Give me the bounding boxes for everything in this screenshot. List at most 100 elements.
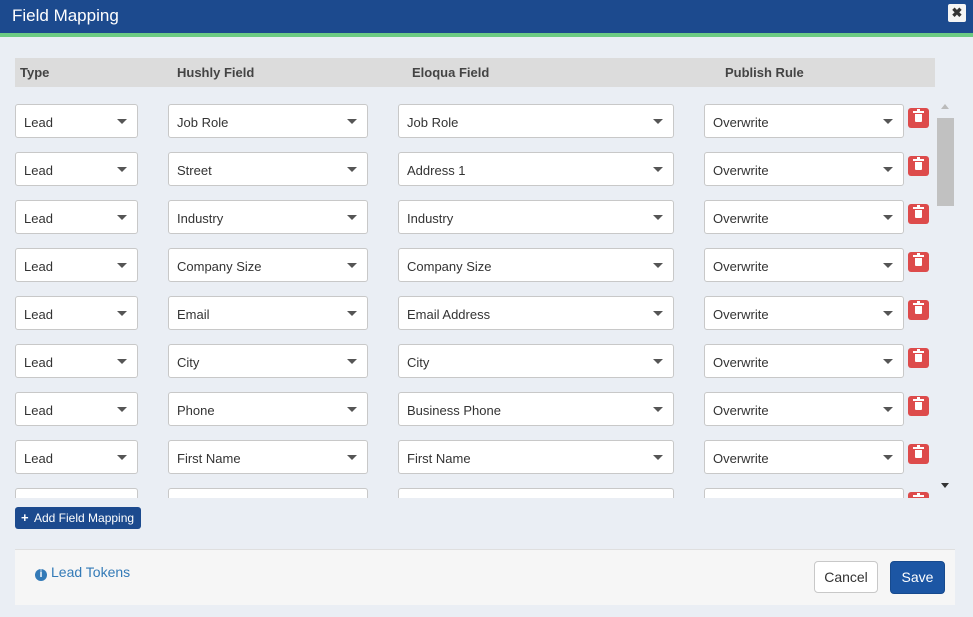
publish-rule-select[interactable]: Overwrite — [704, 296, 904, 330]
delete-row-button[interactable] — [908, 300, 929, 320]
eloqua-field-select[interactable]: First Name — [398, 440, 674, 474]
publish-rule-select[interactable]: Overwrite — [704, 152, 904, 186]
type-select[interactable]: Lead — [15, 152, 138, 186]
eloqua-field-select[interactable] — [398, 488, 674, 498]
plus-icon: + — [21, 510, 29, 525]
hushly-field-select[interactable]: Job Role — [168, 104, 368, 138]
eloqua-field-select[interactable]: Address 1 — [398, 152, 674, 186]
publish-rule-select-value: Overwrite — [713, 403, 769, 418]
scroll-up-arrow-icon[interactable] — [941, 104, 949, 109]
hushly-field-select-value: Industry — [177, 211, 224, 226]
type-select[interactable]: Lead — [15, 344, 138, 378]
dialog-title: Field Mapping — [12, 6, 119, 25]
chevron-down-icon — [883, 455, 893, 460]
type-select[interactable]: Lead — [15, 200, 138, 234]
chevron-down-icon — [653, 263, 663, 268]
publish-rule-select[interactable]: Overwrite — [704, 104, 904, 138]
trash-icon — [913, 445, 924, 458]
type-select[interactable]: Lead — [15, 440, 138, 474]
delete-row-button[interactable] — [908, 156, 929, 176]
close-button[interactable]: ✖ — [948, 4, 966, 22]
trash-icon — [913, 205, 924, 218]
hushly-field-select[interactable]: Street — [168, 152, 368, 186]
hushly-field-select-value: Company Size — [177, 259, 262, 274]
eloqua-field-select[interactable]: Industry — [398, 200, 674, 234]
eloqua-field-select[interactable]: Company Size — [398, 248, 674, 282]
type-select-value: Lead — [24, 115, 53, 130]
publish-rule-select-value: Overwrite — [713, 355, 769, 370]
hushly-field-select[interactable]: Industry — [168, 200, 368, 234]
hushly-field-select[interactable]: Email — [168, 296, 368, 330]
publish-rule-select[interactable] — [704, 488, 904, 498]
chevron-down-icon — [347, 167, 357, 172]
chevron-down-icon — [653, 119, 663, 124]
delete-row-button[interactable] — [908, 348, 929, 368]
type-select-value: Lead — [24, 211, 53, 226]
delete-row-button[interactable] — [908, 396, 929, 416]
hushly-field-select[interactable]: Company Size — [168, 248, 368, 282]
table-row — [15, 482, 935, 498]
hushly-field-select-value: Job Role — [177, 115, 229, 130]
publish-rule-select-value: Overwrite — [713, 163, 769, 178]
chevron-down-icon — [883, 167, 893, 172]
eloqua-field-select[interactable]: Job Role — [398, 104, 674, 138]
delete-row-button[interactable] — [908, 252, 929, 272]
chevron-down-icon — [653, 359, 663, 364]
trash-icon — [913, 253, 924, 266]
chevron-down-icon — [883, 311, 893, 316]
table-row: Lead Phone Business Phone Overwrite — [15, 386, 935, 426]
type-select[interactable]: Lead — [15, 248, 138, 282]
publish-rule-select[interactable]: Overwrite — [704, 200, 904, 234]
scroll-down-arrow-icon[interactable] — [941, 483, 949, 488]
column-header-hushly-field: Hushly Field — [177, 65, 255, 80]
cancel-button[interactable]: Cancel — [814, 561, 878, 593]
hushly-field-select[interactable]: City — [168, 344, 368, 378]
eloqua-field-select[interactable]: City — [398, 344, 674, 378]
trash-icon — [913, 157, 924, 170]
hushly-field-select[interactable]: First Name — [168, 440, 368, 474]
chevron-down-icon — [883, 359, 893, 364]
table-row: Lead First Name First Name Overwrite — [15, 434, 935, 474]
eloqua-field-select[interactable]: Business Phone — [398, 392, 674, 426]
chevron-down-icon — [117, 407, 127, 412]
chevron-down-icon — [653, 215, 663, 220]
chevron-down-icon — [347, 311, 357, 316]
delete-row-button[interactable] — [908, 492, 929, 498]
type-select-value: Lead — [24, 451, 53, 466]
hushly-field-select[interactable]: Phone — [168, 392, 368, 426]
chevron-down-icon — [117, 311, 127, 316]
type-select[interactable]: Lead — [15, 104, 138, 138]
publish-rule-select-value: Overwrite — [713, 451, 769, 466]
type-select[interactable]: Lead — [15, 296, 138, 330]
accent-bar — [0, 33, 973, 37]
lead-tokens-link[interactable]: i Lead Tokens — [35, 564, 130, 581]
delete-row-button[interactable] — [908, 108, 929, 128]
scrollbar-thumb[interactable] — [937, 118, 954, 206]
add-field-mapping-button[interactable]: + Add Field Mapping — [15, 507, 141, 529]
publish-rule-select[interactable]: Overwrite — [704, 440, 904, 474]
type-select[interactable] — [15, 488, 138, 498]
table-row: Lead Company Size Company Size Overwrite — [15, 242, 935, 282]
chevron-down-icon — [117, 119, 127, 124]
publish-rule-select-value: Overwrite — [713, 259, 769, 274]
eloqua-field-select[interactable]: Email Address — [398, 296, 674, 330]
table-row: Lead Job Role Job Role Overwrite — [15, 98, 935, 138]
publish-rule-select[interactable]: Overwrite — [704, 248, 904, 282]
type-select-value: Lead — [24, 307, 53, 322]
table-row: Lead Email Email Address Overwrite — [15, 290, 935, 330]
chevron-down-icon — [653, 167, 663, 172]
delete-row-button[interactable] — [908, 444, 929, 464]
scrollbar[interactable] — [937, 100, 954, 496]
type-select-value: Lead — [24, 355, 53, 370]
publish-rule-select[interactable]: Overwrite — [704, 392, 904, 426]
chevron-down-icon — [117, 263, 127, 268]
save-button[interactable]: Save — [890, 561, 945, 594]
column-header-type: Type — [20, 65, 50, 80]
chevron-down-icon — [347, 215, 357, 220]
type-select[interactable]: Lead — [15, 392, 138, 426]
chevron-down-icon — [117, 359, 127, 364]
eloqua-field-select-value: First Name — [407, 451, 471, 466]
delete-row-button[interactable] — [908, 204, 929, 224]
hushly-field-select[interactable] — [168, 488, 368, 498]
publish-rule-select[interactable]: Overwrite — [704, 344, 904, 378]
